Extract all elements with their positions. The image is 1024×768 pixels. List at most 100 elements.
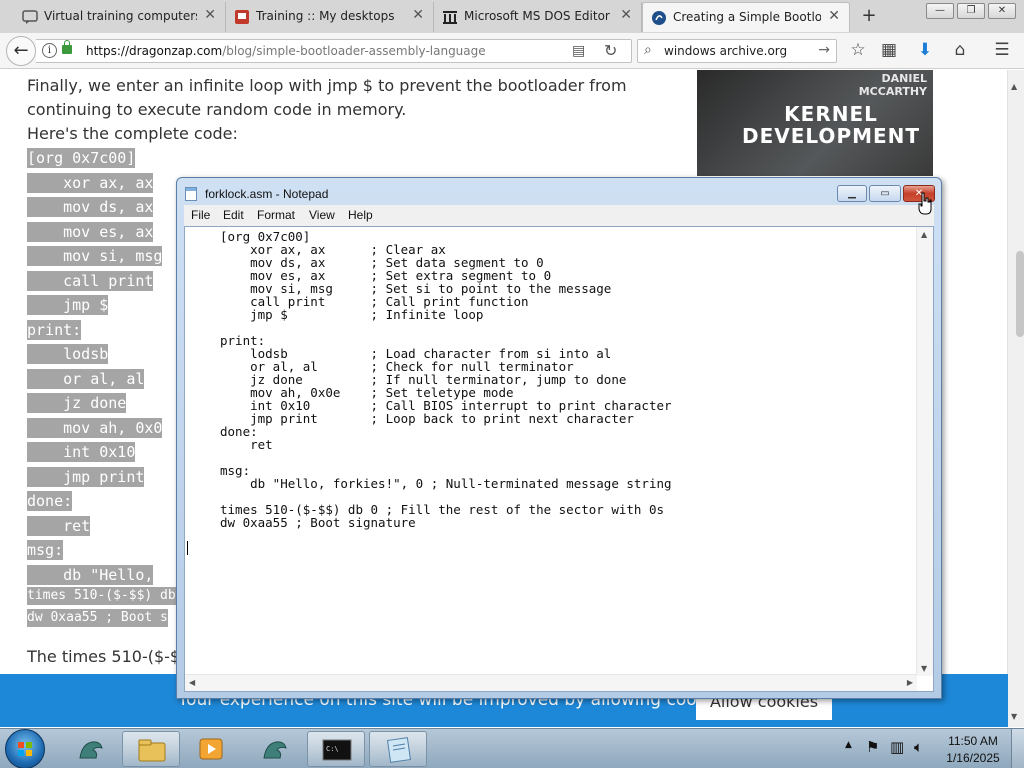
code-line: [org 0x7c00] [27,148,136,168]
reload-icon[interactable]: ↻ [604,41,617,60]
menu-format[interactable]: Format [257,208,295,222]
volume-icon[interactable]: 🔈︎ [914,738,923,756]
maximize-icon: ▭ [880,188,890,199]
notepad-window[interactable]: forklock.asm - Notepad ▁ ▭ ✕ File Edit F… [176,177,942,699]
editor-content[interactable]: [org 0x7c00] xor ax, ax ; Clear ax mov d… [220,230,672,529]
show-hidden-icons-icon[interactable]: ▲ [845,740,852,750]
clock-time[interactable]: 11:50 AM [946,734,1000,748]
tab-label: Virtual training computers f [44,9,197,23]
code-line: or al, al [27,369,145,389]
search-bar[interactable]: ⌕ windows archive.org → [637,39,837,63]
vertical-scrollbar[interactable]: ▲ ▼ [916,227,933,676]
tab-label: Microsoft MS DOS Editor : Fr [464,9,613,23]
url-text: https://dragonzap.com/blog/simple-bootlo… [86,44,486,58]
browser-maximize-button[interactable]: ❐ [957,3,985,19]
lock-icon [62,40,72,54]
media-player-icon [199,738,223,760]
text-caret [187,541,188,555]
bookmark-star-icon[interactable]: ☆ [846,40,870,60]
download-icon[interactable]: ⬇ [913,40,937,60]
taskbar-app-notepad[interactable] [369,731,427,767]
code-line: mov es, ax [27,222,154,242]
info-icon[interactable]: i [42,43,57,58]
windows-taskbar: C:\ ▲ ⚑ ▥ 🔈︎ 11:50 AM 1/16/2025 [0,728,1024,768]
code-line: jmp $ [27,295,109,315]
book-cover-image[interactable]: DANIEL MCCARTHY KERNEL DEVELOPMENT [697,70,933,176]
menu-edit[interactable]: Edit [223,208,244,222]
page-scrollbar-thumb[interactable] [1016,251,1024,337]
code-line: jz done [27,393,127,413]
archive-favicon-icon [442,9,458,25]
page-scrollbar[interactable] [1007,70,1024,727]
menu-icon[interactable]: ☰ [990,40,1014,60]
notepad-text-area[interactable]: [org 0x7c00] xor ax, ax ; Clear ax mov d… [184,226,934,692]
scroll-up-arrow-icon[interactable]: ▲ [921,230,927,239]
horizontal-scrollbar[interactable]: ◀ ▶ [185,674,917,691]
notepad-title-bar[interactable]: forklock.asm - Notepad ▁ ▭ ✕ [177,178,941,208]
start-button[interactable] [5,729,45,768]
browser-close-button[interactable]: ✕ [988,3,1016,19]
scroll-left-arrow-icon[interactable]: ◀ [189,678,195,687]
code-line: dw 0xaa55 ; Boot s [27,609,168,627]
minimize-icon: ▁ [848,188,856,199]
book-author: DANIEL MCCARTHY [858,72,927,98]
taskbar-app-media-player[interactable] [182,731,240,767]
scroll-down-arrow-icon[interactable]: ▼ [921,664,927,673]
notepad-app-icon [185,187,197,201]
notepad-icon [387,737,411,763]
tab-label: Training :: My desktops [256,9,395,23]
browser-nav-bar: ← i https://dragonzap.com/blog/simple-bo… [0,33,1024,69]
tab-simple-bootloader[interactable]: Creating a Simple Bootloade ✕ [642,2,850,32]
taskbar-app-explorer[interactable] [122,731,180,767]
arrow-right-icon[interactable]: → [818,42,830,58]
code-line: xor ax, ax [27,173,154,193]
menu-file[interactable]: File [191,208,210,222]
menu-help[interactable]: Help [348,208,373,222]
new-tab-button[interactable]: + [858,5,880,26]
close-icon[interactable]: ✕ [620,7,632,23]
close-icon[interactable]: ✕ [204,7,216,23]
code-line: lodsb [27,344,109,364]
tab-label: Creating a Simple Bootloade [673,10,821,24]
taskbar-app-dragon-2[interactable] [246,731,304,767]
code-line: mov ah, 0x0 [27,418,163,438]
menu-view[interactable]: View [309,208,335,222]
reading-list-icon[interactable]: ▦ [877,40,901,60]
scroll-down-arrow-icon[interactable]: ▼ [1011,712,1017,721]
taskbar-app-dragon[interactable] [62,731,120,767]
home-icon[interactable]: ⌂ [948,40,972,60]
hand-cursor-icon [918,192,932,215]
scroll-up-arrow-icon[interactable]: ▲ [1011,82,1017,91]
action-center-flag-icon[interactable]: ⚑ [866,738,879,756]
folder-icon [138,739,166,762]
training-favicon-icon [234,9,250,25]
close-icon[interactable]: ✕ [828,8,840,24]
browser-minimize-button[interactable]: — [926,3,954,19]
book-title: KERNEL DEVELOPMENT [742,102,921,148]
tab-virtual-training[interactable]: Virtual training computers f ✕ [14,2,226,32]
minimize-button[interactable]: ▁ [837,185,867,202]
back-button[interactable]: ← [6,36,36,66]
dragon-app-icon [263,741,287,759]
scroll-right-arrow-icon[interactable]: ▶ [907,678,913,687]
show-desktop-button[interactable] [1011,729,1024,768]
command-prompt-icon: C:\ [322,739,352,761]
article-paragraph: Here's the complete code: [27,124,238,143]
code-line: jmp print [27,467,145,487]
search-input[interactable]: windows archive.org [664,44,787,58]
search-icon: ⌕ [644,42,652,58]
tab-ms-dos-editor[interactable]: Microsoft MS DOS Editor : Fr ✕ [434,2,642,32]
network-icon[interactable]: ▥ [890,738,904,756]
code-line: int 0x10 [27,442,136,462]
taskbar-app-command-prompt[interactable]: C:\ [307,731,365,767]
code-line: ret [27,516,91,536]
clock-date[interactable]: 1/16/2025 [946,751,1000,765]
notepad-menu-bar: File Edit Format View Help [184,205,934,226]
reader-view-icon[interactable]: ▤ [572,43,585,59]
arrow-left-icon: ← [13,40,29,61]
address-bar[interactable]: i https://dragonzap.com/blog/simple-boot… [36,39,632,63]
close-icon[interactable]: ✕ [412,7,424,23]
maximize-button[interactable]: ▭ [869,185,901,202]
tab-training-desktops[interactable]: Training :: My desktops ✕ [226,2,434,32]
article-paragraph: continuing to execute random code in mem… [27,100,407,119]
